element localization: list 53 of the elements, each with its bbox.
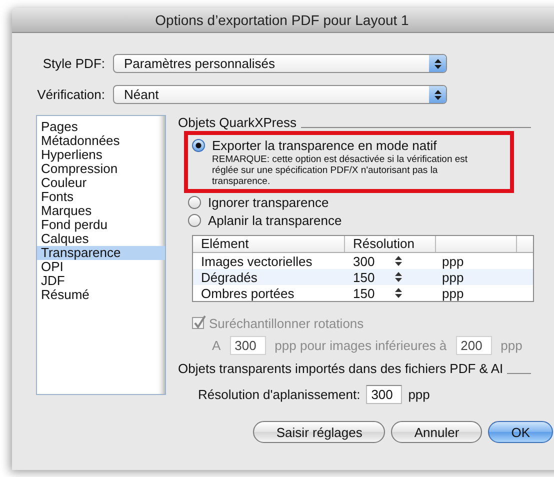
sidebar-item[interactable]: Hyperliens [37, 148, 165, 162]
group-title: Objets QuarkXPress [178, 114, 296, 130]
table-cell-text: ppp [441, 254, 464, 268]
popup-arrows-icon [434, 88, 442, 100]
field-label: ppp pour images inférieures à [274, 338, 447, 352]
sidebar-item[interactable]: Fonts [37, 190, 165, 204]
unit-label: ppp [408, 387, 430, 402]
popup-arrows-icon [434, 58, 442, 70]
table-cell-text: Ombres portées [200, 286, 296, 300]
sidebar-item[interactable]: Fond perdu [37, 218, 165, 232]
dialog-button[interactable]: Saisir réglages [253, 421, 386, 443]
table-cell-text: Images vectorielles [200, 254, 314, 268]
column-header: Elément [193, 236, 345, 252]
table-cell-text: ppp [441, 270, 464, 284]
sidebar-item[interactable]: Métadonnées [37, 134, 165, 148]
ok-button[interactable]: OK [488, 421, 553, 443]
stepper-icon [395, 256, 402, 266]
radio-label: Aplanir la transparence [208, 212, 342, 228]
sidebar-item[interactable]: JDF [37, 274, 165, 288]
checkbox-label: Suréchantillonner rotations [209, 316, 364, 330]
radio-button[interactable] [188, 214, 201, 226]
field-label: Style PDF: [42, 56, 106, 71]
table-cell-text: 300 [352, 254, 376, 268]
sidebar-item[interactable]: Calques [37, 232, 165, 246]
sidebar-item[interactable]: Couleur [37, 176, 165, 190]
radio-button[interactable] [192, 138, 205, 152]
window-title: Options d’exportation PDF pour Layout 1 [155, 12, 409, 28]
table-cell-text: ppp [441, 286, 464, 300]
dropdown[interactable]: Néant [113, 85, 447, 104]
group-title: Objets transparents importés dans des fichiers PDF & AI [178, 360, 504, 376]
input-field[interactable]: 300 [366, 385, 402, 404]
sidebar-item[interactable]: Compression [37, 162, 165, 176]
table-cell-text: Dégradés [200, 270, 258, 284]
dialog-button[interactable]: Annuler [391, 421, 482, 443]
sidebar-item[interactable]: Résumé [37, 288, 165, 302]
radio-button[interactable] [188, 196, 201, 208]
stepper-icon [395, 288, 402, 298]
note-text: REMARQUE: cette option est désactivée si la vérification est réglée sur une spécification PDF/X n'autorisant pas la transparence. [212, 154, 469, 187]
stepper-icon [395, 272, 402, 282]
sidebar-item[interactable]: OPI [37, 260, 165, 274]
sidebar-item[interactable]: Marques [37, 204, 165, 218]
field-label: A [212, 338, 221, 352]
unit-label: ppp [500, 338, 522, 352]
radio-label: Exporter la transparence en mode natif [212, 138, 437, 152]
sidebar-item[interactable]: Pages [37, 120, 165, 134]
field-label: Résolution d'aplanissement: [198, 387, 360, 402]
field-label: Vérification: [36, 87, 106, 102]
table-cell-text: 150 [352, 270, 376, 284]
radio-label: Ignorer transparence [208, 194, 329, 210]
sidebar-item[interactable]: Transparence [37, 246, 165, 260]
table-cell-text: 150 [352, 286, 376, 300]
column-header: Résolution [345, 236, 436, 252]
dropdown[interactable]: Paramètres personnalisés [113, 54, 447, 73]
